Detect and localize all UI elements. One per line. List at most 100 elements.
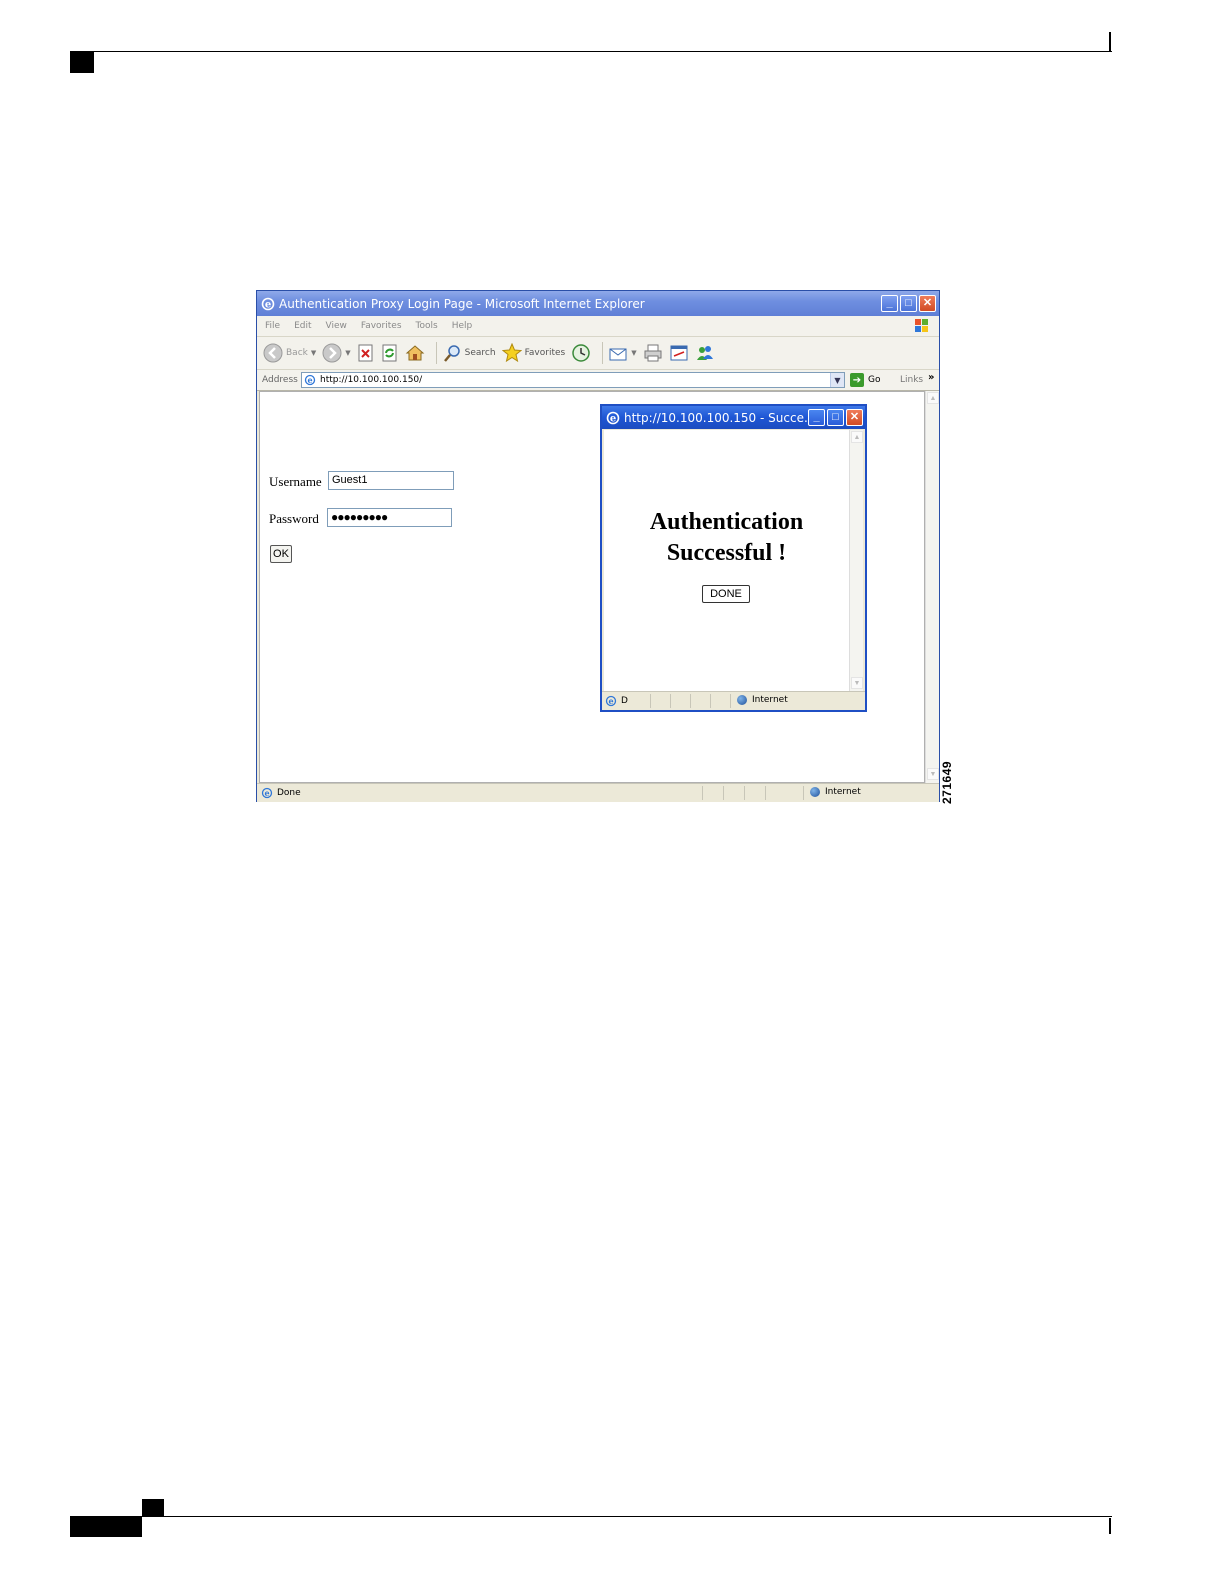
favorites-star-icon <box>501 343 522 363</box>
popup-window: e http://10.100.100.150 - Succe... _ □ ✕… <box>600 404 867 712</box>
mail-icon <box>609 348 627 361</box>
status-divider <box>803 786 804 800</box>
address-label: Address <box>262 375 298 385</box>
window-title: Authentication Proxy Login Page - Micros… <box>279 296 645 311</box>
menu-file[interactable]: File <box>265 321 280 331</box>
edit-button[interactable] <box>669 343 689 363</box>
scroll-down-icon[interactable]: ▼ <box>851 677 863 689</box>
toolbar-separator <box>602 342 604 364</box>
username-value: Guest1 <box>332 474 368 486</box>
mail-dropdown-icon[interactable]: ▼ <box>631 349 636 357</box>
menu-tools[interactable]: Tools <box>416 321 438 331</box>
status-divider <box>670 694 671 708</box>
stop-icon <box>358 344 373 362</box>
stop-button[interactable] <box>357 343 375 363</box>
popup-maximize-button[interactable]: □ <box>827 409 844 426</box>
header-block <box>70 52 94 73</box>
print-button[interactable] <box>643 343 663 363</box>
svg-text:e: e <box>608 696 613 706</box>
refresh-button[interactable] <box>381 343 399 363</box>
footer-block-tab <box>142 1499 164 1517</box>
minimize-icon: _ <box>886 297 893 309</box>
search-button[interactable]: Search <box>442 343 496 363</box>
scroll-up-icon[interactable]: ▲ <box>851 431 863 443</box>
auth-success-message: Authentication Successful ! <box>604 507 849 569</box>
maximize-icon: □ <box>832 411 839 423</box>
ie-titlebar[interactable]: e Authentication Proxy Login Page - Micr… <box>257 291 939 316</box>
page-icon: e <box>304 374 316 386</box>
home-icon <box>405 345 424 361</box>
history-button[interactable] <box>571 343 591 363</box>
username-label: Username <box>269 474 322 489</box>
status-divider <box>650 694 651 708</box>
popup-close-button[interactable]: ✕ <box>846 409 863 426</box>
popup-status-bar: e D Internet <box>602 691 865 710</box>
minimize-button[interactable]: _ <box>881 295 898 312</box>
toolbar: Back ▼ ▼ Search Favorites ▼ <box>257 336 939 369</box>
done-button[interactable]: DONE <box>702 585 750 603</box>
popup-status-text: D <box>621 696 628 706</box>
internet-globe-icon <box>737 695 747 705</box>
status-divider <box>690 694 691 708</box>
username-input[interactable]: Guest1 <box>328 471 454 490</box>
go-button[interactable]: ➔ Go <box>850 373 880 387</box>
menu-bar: File Edit View Favorites Tools Help <box>257 316 939 336</box>
address-url: http://10.100.100.150/ <box>320 375 423 385</box>
popup-status-page-icon: e <box>605 695 617 707</box>
svg-text:e: e <box>265 299 271 310</box>
menu-favorites[interactable]: Favorites <box>361 321 402 331</box>
popup-content: Authentication Successful ! DONE <box>604 430 849 691</box>
vertical-scrollbar[interactable]: ▲ ▼ <box>925 391 939 783</box>
links-label[interactable]: Links <box>900 375 923 385</box>
go-label: Go <box>868 375 881 385</box>
links-chevron-icon[interactable]: » <box>928 372 934 383</box>
maximize-button[interactable]: □ <box>900 295 917 312</box>
maximize-icon: □ <box>905 297 912 309</box>
search-icon <box>443 345 460 362</box>
forward-button[interactable]: ▼ <box>322 343 351 363</box>
favorites-button[interactable]: Favorites <box>501 343 565 363</box>
footer-tick <box>1109 1518 1111 1534</box>
popup-ie-icon: e <box>606 411 620 424</box>
messenger-button[interactable] <box>695 343 715 363</box>
toolbar-separator <box>435 342 437 364</box>
menu-view[interactable]: View <box>326 321 347 331</box>
ok-button[interactable]: OK <box>270 545 292 563</box>
footer-block <box>70 1517 142 1537</box>
windows-logo-icon <box>915 319 928 332</box>
mail-button[interactable]: ▼ <box>608 343 637 363</box>
status-divider <box>723 786 724 800</box>
svg-text:e: e <box>307 375 312 385</box>
status-bar: e Done Internet <box>257 783 939 802</box>
menu-edit[interactable]: Edit <box>294 321 311 331</box>
back-button[interactable]: Back ▼ <box>263 343 316 363</box>
address-dropdown-icon[interactable]: ▼ <box>830 373 844 387</box>
scroll-down-icon[interactable]: ▼ <box>927 768 939 780</box>
minimize-icon: _ <box>813 411 820 423</box>
refresh-icon <box>382 344 397 362</box>
home-button[interactable] <box>405 343 425 363</box>
popup-status-zone: Internet <box>752 695 788 705</box>
popup-minimize-button[interactable]: _ <box>808 409 825 426</box>
password-input[interactable]: ●●●●●●●●● <box>327 508 452 527</box>
popup-titlebar[interactable]: e http://10.100.100.150 - Succe... _ □ ✕ <box>602 406 865 429</box>
print-icon <box>644 344 662 362</box>
header-rule <box>70 51 1112 52</box>
auth-message-line1: Authentication <box>649 509 804 535</box>
menu-help[interactable]: Help <box>452 321 473 331</box>
auth-message-line2: Successful ! <box>666 540 787 566</box>
ie-icon: e <box>261 297 275 310</box>
close-icon: ✕ <box>922 297 933 309</box>
figure-number: 271649 <box>940 760 954 805</box>
status-text: Done <box>277 788 301 798</box>
address-input[interactable]: e http://10.100.100.150/ ▼ <box>301 372 845 388</box>
go-arrow-icon: ➔ <box>850 373 864 387</box>
status-page-icon: e <box>261 787 273 799</box>
close-icon: ✕ <box>849 411 860 423</box>
close-button[interactable]: ✕ <box>919 295 936 312</box>
back-dropdown-icon[interactable]: ▼ <box>311 349 316 357</box>
status-divider <box>702 786 703 800</box>
scroll-up-icon[interactable]: ▲ <box>927 392 939 404</box>
forward-dropdown-icon[interactable]: ▼ <box>345 349 350 357</box>
popup-vertical-scrollbar[interactable]: ▲ ▼ <box>849 430 863 691</box>
